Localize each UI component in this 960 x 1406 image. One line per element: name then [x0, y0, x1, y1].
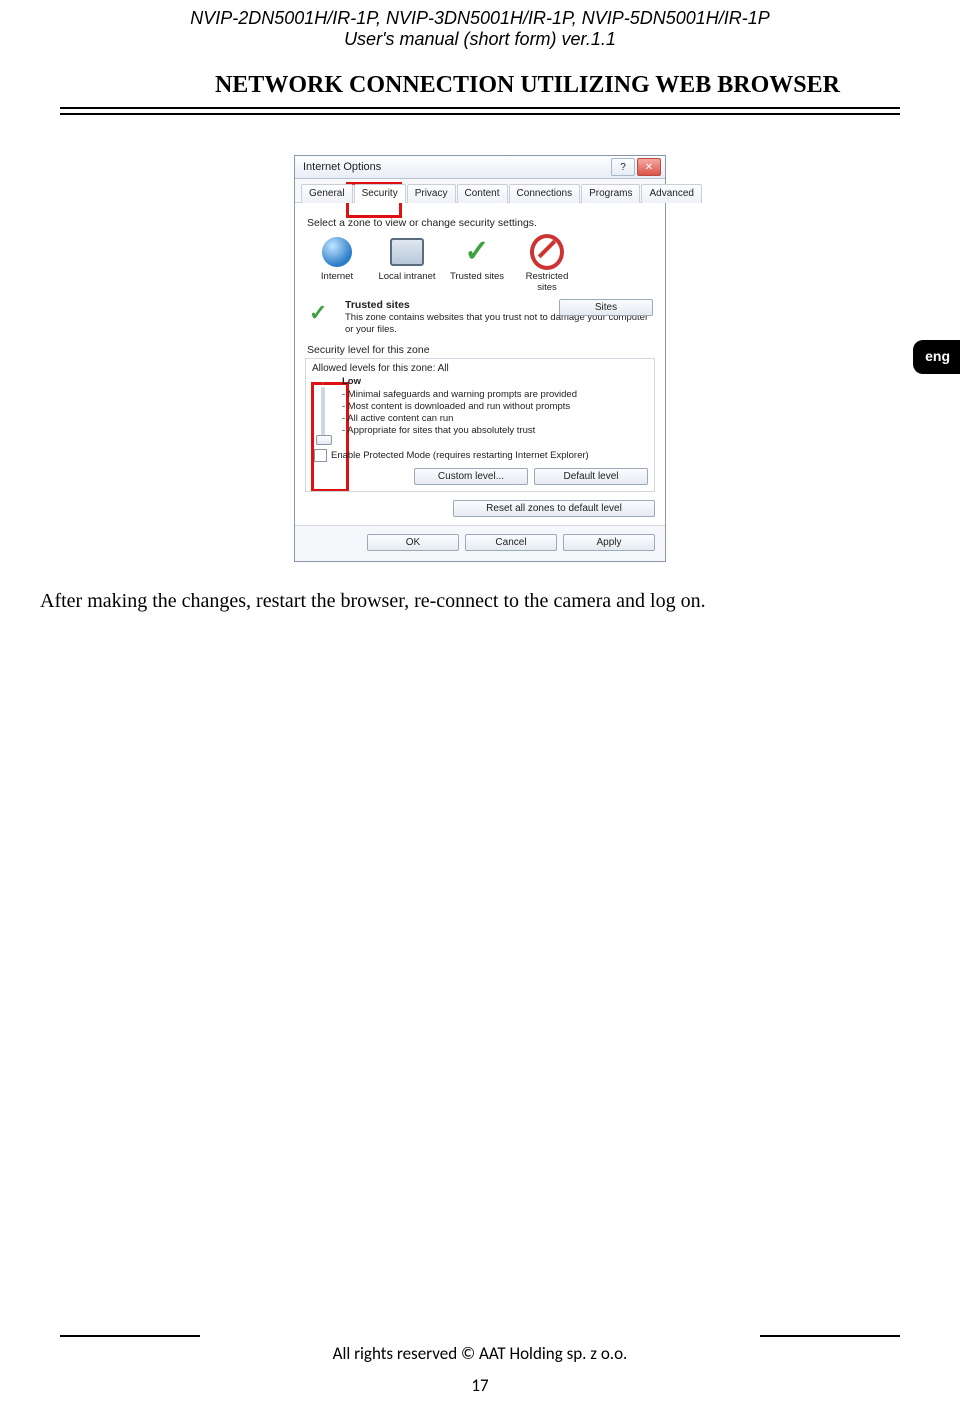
- security-slider[interactable]: -: [312, 376, 334, 443]
- footer-rule: [60, 1335, 900, 1337]
- tab-advanced[interactable]: Advanced: [641, 184, 701, 203]
- zone-intranet-label: Local intranet: [377, 271, 437, 282]
- slider-thumb[interactable]: [316, 435, 332, 445]
- protected-mode-label: Enable Protected Mode (requires restarti…: [331, 450, 589, 461]
- allowed-levels-text: Allowed levels for this zone: All: [312, 363, 648, 374]
- divider-double: [60, 107, 900, 115]
- header-subtitle: User's manual (short form) ver.1.1: [0, 29, 960, 50]
- language-tab: eng: [913, 340, 960, 374]
- intranet-icon: [390, 235, 424, 269]
- sites-button[interactable]: Sites: [559, 299, 653, 316]
- tab-general[interactable]: General: [301, 184, 353, 203]
- zone-list: Internet Local intranet ✓ Trusted sites …: [307, 235, 653, 293]
- security-level-label: Security level for this zone: [307, 344, 655, 356]
- section-title: NETWORK CONNECTION UTILIZING WEB BROWSER: [0, 72, 840, 99]
- tab-privacy[interactable]: Privacy: [407, 184, 456, 203]
- dialog-titlebar: Internet Options ? ✕: [295, 156, 665, 179]
- zone-internet-label: Internet: [307, 271, 367, 282]
- zone-prompt: Select a zone to view or change security…: [307, 217, 655, 229]
- trusted-description-block: ✓ Trusted sites This zone contains websi…: [309, 299, 655, 336]
- tab-content[interactable]: Content: [457, 184, 508, 203]
- zone-local-intranet[interactable]: Local intranet: [377, 235, 437, 282]
- instruction-text: After making the changes, restart the br…: [40, 590, 900, 613]
- reset-all-zones-button[interactable]: Reset all zones to default level: [453, 500, 655, 517]
- level-bullet-2: - All active content can run: [342, 413, 648, 425]
- ok-button[interactable]: OK: [367, 534, 459, 551]
- dialog-title-text: Internet Options: [303, 161, 381, 173]
- trusted-block-check-icon: ✓: [309, 299, 335, 336]
- level-bullet-1: - Most content is downloaded and run wit…: [342, 401, 648, 413]
- help-button[interactable]: ?: [611, 158, 635, 176]
- custom-level-button[interactable]: Custom level...: [414, 468, 528, 485]
- security-level-box: Allowed levels for this zone: All - Low …: [305, 358, 655, 492]
- tab-security[interactable]: Security: [354, 184, 406, 203]
- protected-mode-checkbox[interactable]: [314, 449, 327, 462]
- restricted-icon: [530, 235, 564, 269]
- zone-restricted-sites[interactable]: Restricted sites: [517, 235, 577, 293]
- level-bullet-0: - Minimal safeguards and warning prompts…: [342, 389, 648, 401]
- zone-restricted-label: Restricted sites: [517, 271, 577, 293]
- zone-trusted-label: Trusted sites: [447, 271, 507, 282]
- trusted-check-icon: ✓: [460, 235, 494, 269]
- page-header: NVIP-2DN5001H/IR-1P, NVIP-3DN5001H/IR-1P…: [0, 0, 960, 50]
- cancel-button[interactable]: Cancel: [465, 534, 557, 551]
- tab-connections[interactable]: Connections: [509, 184, 581, 203]
- dialog-footer: OK Cancel Apply: [295, 525, 665, 561]
- apply-button[interactable]: Apply: [563, 534, 655, 551]
- tab-strip: General Security Privacy Content Connect…: [295, 179, 665, 203]
- globe-icon: [320, 235, 354, 269]
- header-models: NVIP-2DN5001H/IR-1P, NVIP-3DN5001H/IR-1P…: [0, 8, 960, 29]
- level-name: Low: [342, 376, 648, 388]
- tab-programs[interactable]: Programs: [581, 184, 640, 203]
- internet-options-dialog: Internet Options ? ✕ General Security Pr…: [294, 155, 666, 562]
- close-button[interactable]: ✕: [637, 158, 661, 176]
- protected-mode-row[interactable]: Enable Protected Mode (requires restarti…: [314, 449, 648, 462]
- zone-internet[interactable]: Internet: [307, 235, 367, 282]
- zone-trusted-sites[interactable]: ✓ Trusted sites: [447, 235, 507, 282]
- copyright-text: All rights reserved © AAT Holding sp. z …: [0, 1343, 960, 1364]
- page-number: 17: [0, 1375, 960, 1396]
- level-bullet-3: - Appropriate for sites that you absolut…: [342, 425, 648, 437]
- default-level-button[interactable]: Default level: [534, 468, 648, 485]
